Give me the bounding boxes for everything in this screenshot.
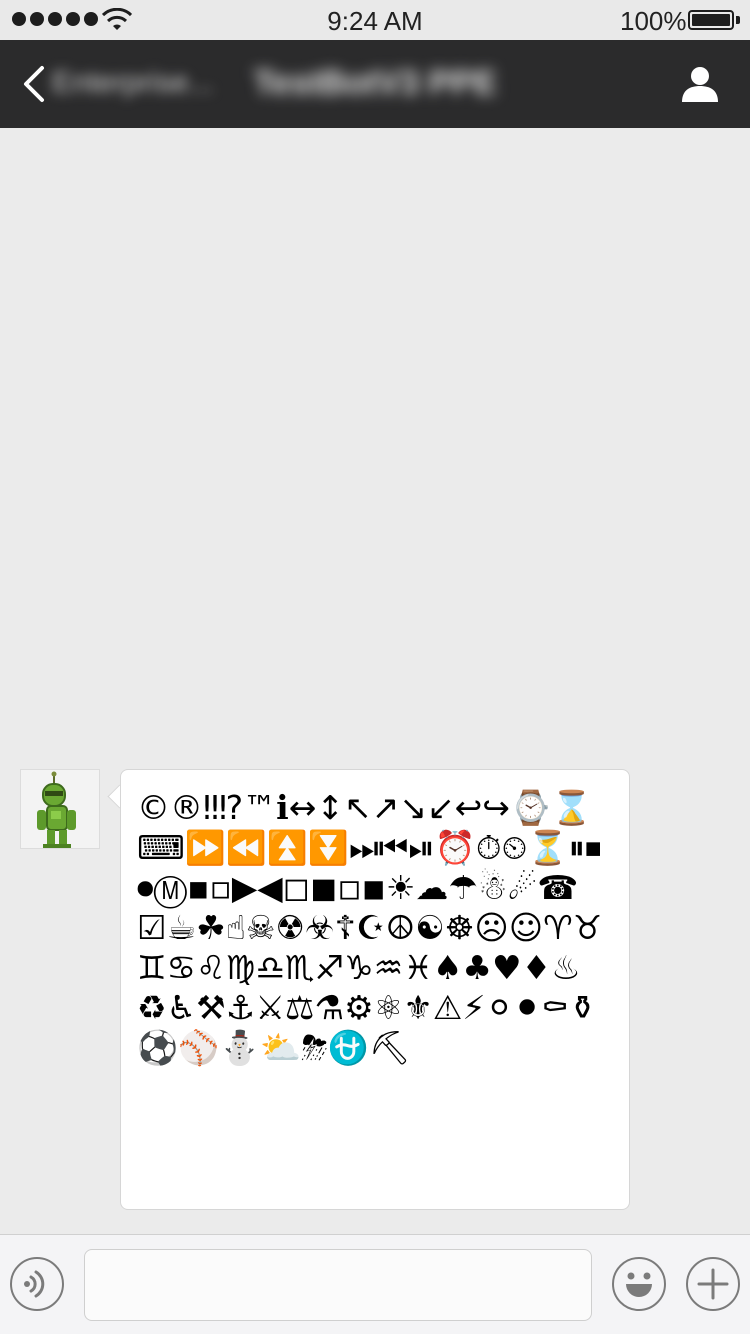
plus-icon[interactable] [686, 1257, 740, 1311]
chat-title: TestBotV3 PPE [253, 64, 497, 102]
message-input[interactable] [84, 1249, 592, 1321]
chat-area: ©®‼⁉™ℹ↔↕↖↗↘↙↩↪⌚⌛⌨⏩⏪⏫⏬⏭⏮⏯⏰⏱⏲⏳⏸⏹⏺Ⓜ▪▫▶◀◻◼◽◾… [0, 128, 750, 1234]
voice-icon[interactable] [10, 1257, 64, 1311]
emoji-icon[interactable] [612, 1257, 666, 1311]
battery-percent: 100% [620, 6, 687, 36]
battery-tip [736, 16, 740, 24]
nav-bar: Enterprise... TestBotV3 PPE [0, 40, 750, 128]
battery-icon [688, 10, 734, 30]
robot-avatar-icon[interactable] [20, 769, 100, 849]
profile-icon[interactable] [680, 64, 720, 104]
input-bar [0, 1234, 750, 1334]
message-bubble[interactable]: ©®‼⁉™ℹ↔↕↖↗↘↙↩↪⌚⌛⌨⏩⏪⏫⏬⏭⏮⏯⏰⏱⏲⏳⏸⏹⏺Ⓜ▪▫▶◀◻◼◽◾… [120, 769, 630, 1210]
status-bar: 9:24 AM 100% [0, 0, 750, 40]
message-text: ©®‼⁉™ℹ↔↕↖↗↘↙↩↪⌚⌛⌨⏩⏪⏫⏬⏭⏮⏯⏰⏱⏲⏳⏸⏹⏺Ⓜ▪▫▶◀◻◼◽◾… [137, 788, 603, 1067]
